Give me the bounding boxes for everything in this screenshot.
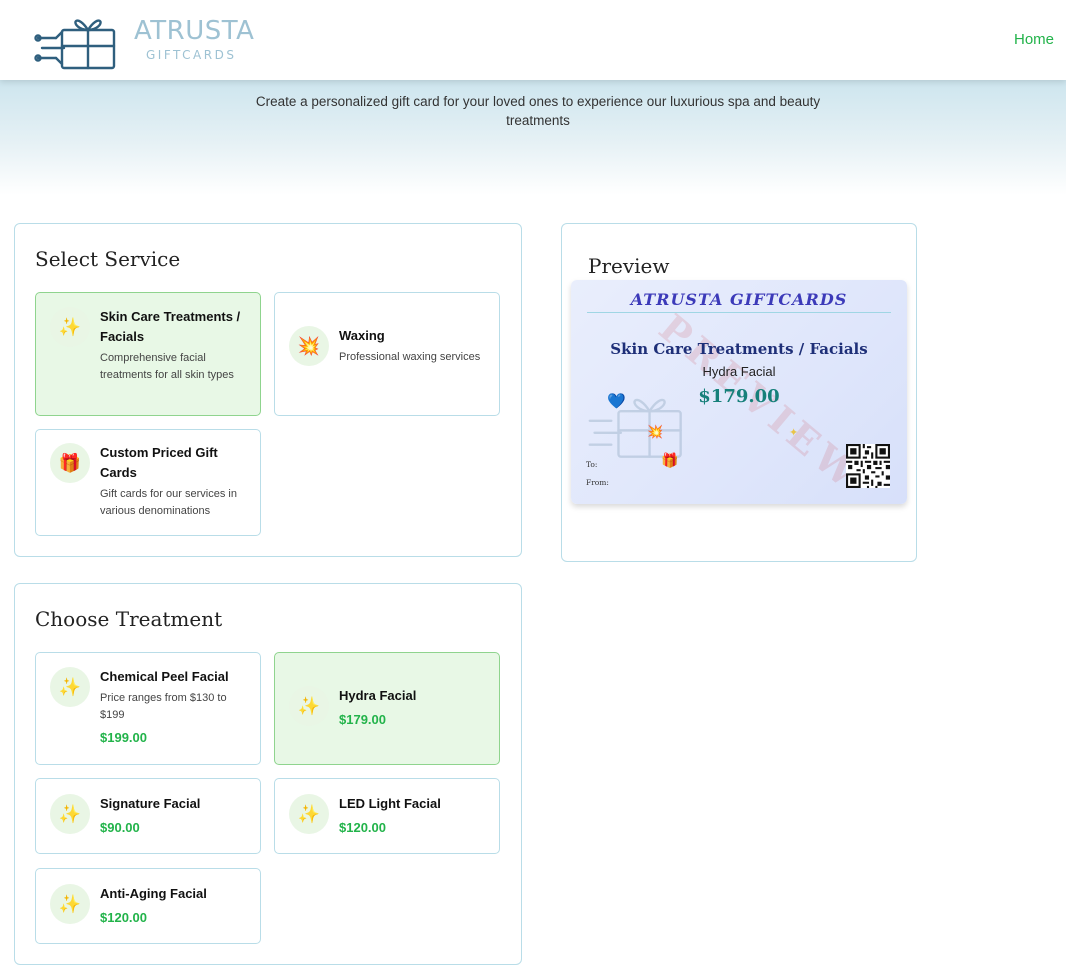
card-divider: [587, 312, 891, 313]
treatment-option-title: LED Light Facial: [339, 796, 441, 811]
top-navigation-bar: ATRUSTA GIFTCARDS Home: [0, 0, 1066, 80]
service-option-description: Gift cards for our services in various d…: [100, 488, 237, 517]
treatment-option-title: Anti-Aging Facial: [100, 886, 207, 901]
treatment-option-price: $90.00: [100, 820, 140, 835]
service-option-skin-care[interactable]: ✨ Skin Care Treatments / Facials Compreh…: [35, 292, 261, 416]
treatment-option-title: Chemical Peel Facial: [100, 669, 229, 684]
brand-subtitle: GIFTCARDS: [146, 48, 237, 62]
gift-icon: 🎁: [661, 452, 679, 468]
card-to-label: To:: [586, 460, 598, 469]
blue-heart-icon: 💙: [607, 393, 626, 410]
hero-banner: Create a personalized gift card for your…: [0, 80, 1066, 195]
service-option-description: Professional waxing services: [339, 351, 481, 363]
gift-icon: 🎁: [50, 443, 90, 483]
starburst-icon: 💥: [647, 424, 664, 439]
nav-home-link[interactable]: Home: [1014, 31, 1054, 48]
hero-tagline: Create a personalized gift card for your…: [255, 94, 821, 128]
treatment-option-title: Hydra Facial: [339, 688, 417, 703]
treatment-option-price: $120.00: [339, 820, 386, 835]
treatment-option-price: $179.00: [339, 712, 386, 727]
service-option-custom-priced[interactable]: 🎁 Custom Priced Gift Cards Gift cards fo…: [35, 429, 261, 536]
preview-title: Preview: [588, 254, 670, 278]
sparkles-icon: ✨: [289, 794, 329, 834]
sparkles-icon: ✨: [50, 667, 90, 707]
service-option-title: Waxing: [339, 328, 385, 343]
gift-card-preview: PREVIEW ATRUSTA GIFTCARDS Skin Care Trea…: [571, 280, 907, 504]
choose-treatment-title: Choose Treatment: [35, 607, 223, 631]
treatment-option-signature-facial[interactable]: ✨ Signature Facial $90.00: [35, 778, 261, 854]
treatment-option-anti-aging-facial[interactable]: ✨ Anti-Aging Facial $120.00: [35, 868, 261, 944]
choose-treatment-panel: Choose Treatment ✨ Chemical Peel Facial …: [14, 583, 522, 965]
treatment-option-chemical-peel[interactable]: ✨ Chemical Peel Facial Price ranges from…: [35, 652, 261, 765]
sparkles-icon: ✨: [289, 686, 329, 726]
select-service-panel: Select Service ✨ Skin Care Treatments / …: [14, 223, 522, 557]
sparkle-icon: ✦: [789, 427, 799, 439]
card-brand: ATRUSTA GIFTCARDS: [630, 290, 848, 309]
select-service-title: Select Service: [35, 247, 181, 271]
qr-code-icon: [846, 444, 890, 488]
card-service-name: Skin Care Treatments / Facials: [610, 340, 868, 358]
sparkles-icon: ✨: [50, 307, 90, 347]
sparkles-icon: ✨: [50, 794, 90, 834]
card-from-label: From:: [586, 478, 609, 487]
brand-logo[interactable]: ATRUSTA GIFTCARDS: [34, 6, 274, 72]
card-treatment-name: Hydra Facial: [702, 364, 776, 379]
treatment-option-title: Signature Facial: [100, 796, 201, 811]
treatment-option-led-light-facial[interactable]: ✨ LED Light Facial $120.00: [274, 778, 500, 854]
treatment-option-description: Price ranges from $130 to $199: [100, 692, 227, 721]
brand-name: ATRUSTA: [134, 16, 255, 46]
service-option-description: Comprehensive facial treatments for all …: [100, 352, 234, 381]
treatment-option-price: $120.00: [100, 910, 147, 925]
sparkles-icon: ✨: [50, 884, 90, 924]
service-option-title: Custom Priced Gift Cards: [100, 445, 218, 480]
service-option-title: Skin Care Treatments / Facials: [100, 309, 241, 344]
starburst-icon: 💥: [289, 326, 329, 366]
service-option-waxing[interactable]: 💥 Waxing Professional waxing services: [274, 292, 500, 416]
preview-panel: Preview PREVIEW ATRUSTA GIFTCARDS Skin C…: [561, 223, 917, 562]
treatment-option-price: $199.00: [100, 730, 147, 745]
treatment-option-hydra-facial[interactable]: ✨ Hydra Facial $179.00: [274, 652, 500, 765]
gift-circuit-logo-icon: [34, 19, 116, 70]
